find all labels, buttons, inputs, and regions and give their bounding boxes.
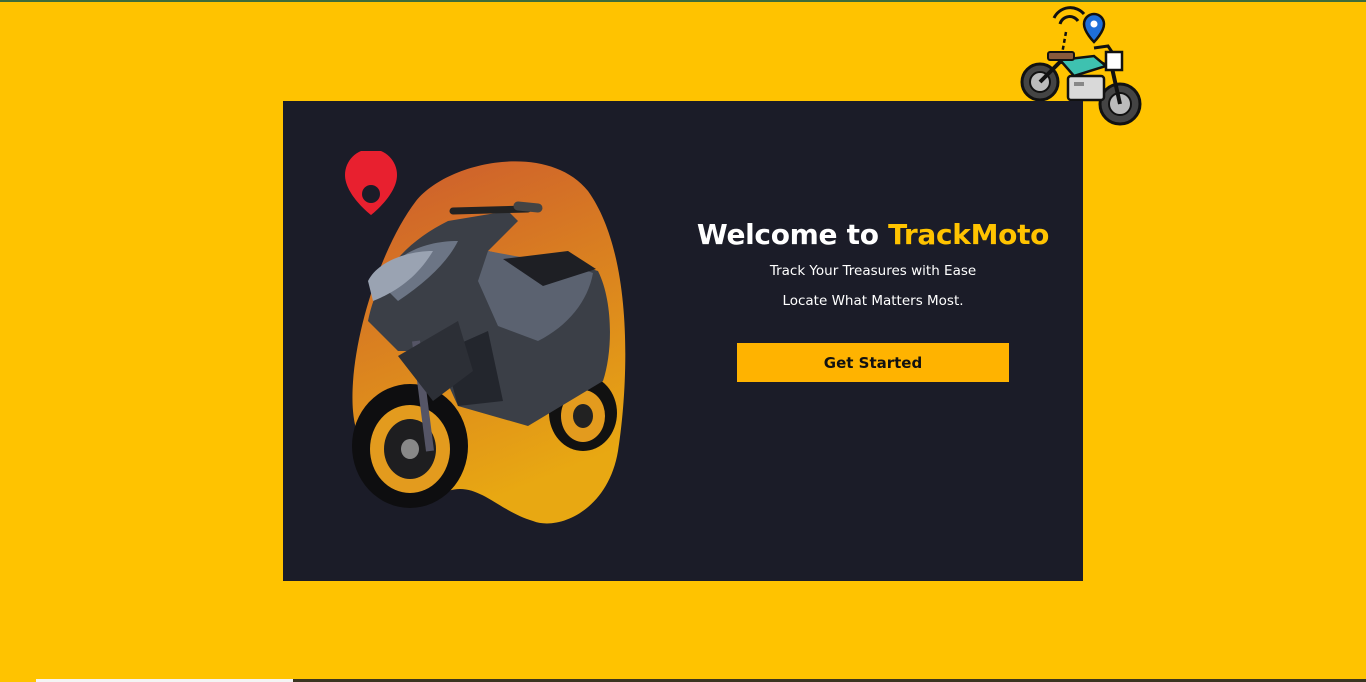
top-border [0,0,1366,2]
headline-prefix: Welcome to [696,218,889,251]
tagline-secondary: Locate What Matters Most. [782,293,964,309]
location-pin-icon [345,151,397,215]
hero-content: Welcome to TrackMoto Track Your Treasure… [673,216,1073,382]
tagline-primary: Track Your Treasures with Ease [769,263,977,279]
hero-illustration [345,151,626,524]
page-title: Welcome to TrackMoto [673,216,1073,254]
brand-name: TrackMoto [888,218,1050,251]
get-started-button[interactable]: Get Started [737,343,1009,382]
welcome-card: Welcome to TrackMoto Track Your Treasure… [283,101,1083,581]
